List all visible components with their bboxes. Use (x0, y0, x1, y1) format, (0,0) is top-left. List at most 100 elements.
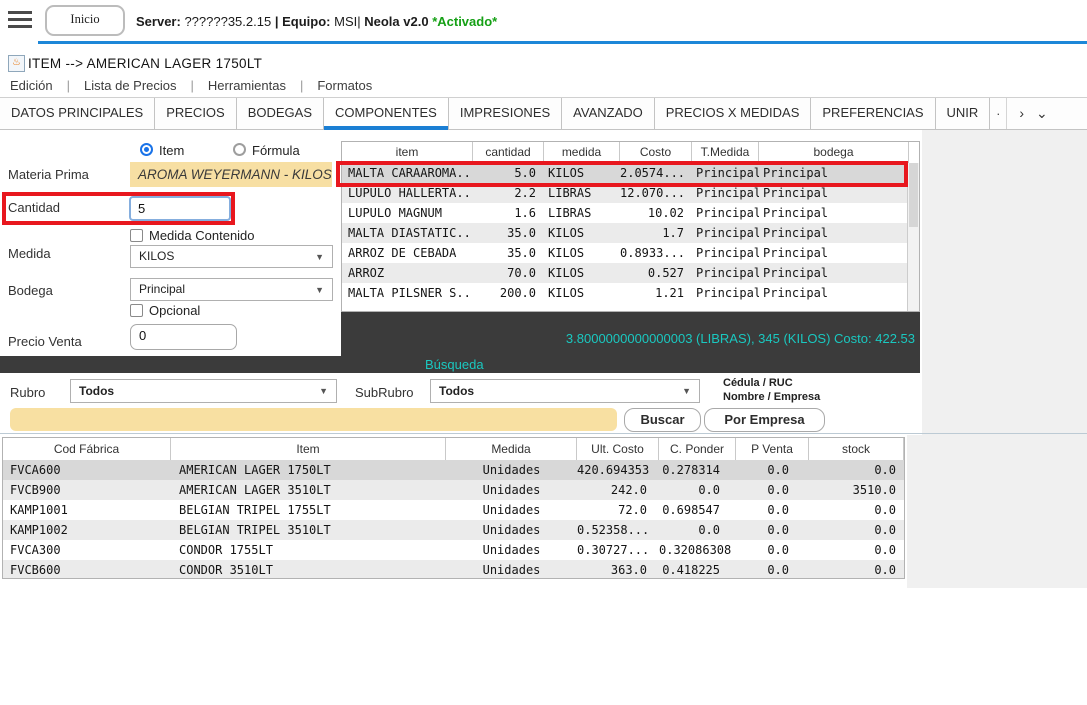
table-cell: Principal (692, 243, 759, 263)
home-button[interactable]: Inicio (45, 5, 125, 36)
table-cell: LIBRAS (544, 183, 620, 203)
table-cell: 35.0 (473, 243, 544, 263)
table-cell: 0.30727... (577, 540, 659, 560)
rubro-select[interactable]: Todos ▼ (70, 379, 337, 403)
por-empresa-button[interactable]: Por Empresa (704, 408, 825, 432)
column-header[interactable]: item (342, 142, 473, 163)
table-row[interactable]: FVCB600CONDOR 3510LTUnidades363.00.41822… (3, 560, 904, 579)
tab-scroll-right-icon[interactable]: › (1019, 98, 1024, 129)
table-cell: KILOS (544, 223, 620, 243)
column-header[interactable]: T.Medida (692, 142, 759, 163)
menu-item-lista-de-precios[interactable]: Lista de Precios (84, 78, 177, 93)
bodega-select-value: Principal (139, 282, 185, 296)
precio-venta-label: Precio Venta (8, 334, 82, 349)
materia-prima-field[interactable]: AROMA WEYERMANN - KILOS (130, 162, 332, 187)
medida-contenido-checkbox[interactable] (130, 229, 143, 242)
tab-unir[interactable]: UNIR (936, 98, 991, 129)
table-cell: Principal (692, 263, 759, 283)
table-row[interactable]: ARROZ70.0KILOS0.527PrincipalPrincipal (342, 263, 919, 283)
table-cell: Principal (692, 283, 759, 303)
tab-componentes[interactable]: COMPONENTES (324, 98, 449, 129)
table-cell: 0.0 (736, 560, 809, 579)
radio-formula-label[interactable]: Fórmula (252, 143, 300, 158)
window-title: ITEM --> AMERICAN LAGER 1750LT (28, 56, 262, 71)
subrubro-select[interactable]: Todos ▼ (430, 379, 700, 403)
tab-impresiones[interactable]: IMPRESIONES (449, 98, 562, 129)
menu-separator: | (191, 78, 194, 93)
table-cell: BELGIAN TRIPEL 3510LT (171, 520, 446, 540)
table-row[interactable]: KAMP1001BELGIAN TRIPEL 1755LTUnidades72.… (3, 500, 904, 520)
scrollbar-thumb[interactable] (909, 163, 918, 227)
cantidad-input[interactable]: 5 (129, 196, 231, 221)
table-row[interactable]: FVCB900AMERICAN LAGER 3510LTUnidades242.… (3, 480, 904, 500)
table-row[interactable]: LUPULO MAGNUM1.6LIBRAS10.02PrincipalPrin… (342, 203, 919, 223)
tab-overflow-dot[interactable]: . (990, 98, 1007, 129)
column-header[interactable]: bodega (759, 142, 909, 163)
column-header[interactable]: Cod Fábrica (3, 438, 171, 460)
table-cell: Principal (759, 183, 909, 203)
column-header[interactable]: Ult. Costo (577, 438, 659, 460)
menu-item-herramientas[interactable]: Herramientas (208, 78, 286, 93)
table-row[interactable]: FVCA300CONDOR 1755LTUnidades0.30727...0.… (3, 540, 904, 560)
table-cell: 0.0 (736, 480, 809, 500)
server-value: ??????35.2.15 (184, 14, 271, 29)
menu-item-formatos[interactable]: Formatos (317, 78, 372, 93)
opcional-checkbox[interactable] (130, 304, 143, 317)
table-cell: 2.2 (473, 183, 544, 203)
column-header[interactable]: Medida (446, 438, 577, 460)
radio-item-label[interactable]: Item (159, 143, 184, 158)
table-row[interactable]: ARROZ DE CEBADA35.0KILOS0.8933...Princip… (342, 243, 919, 263)
table-cell: 0.278314 (659, 460, 736, 480)
bodega-select[interactable]: Principal ▼ (130, 278, 333, 301)
table-cell: LUPULO MAGNUM (342, 203, 473, 223)
buscar-button[interactable]: Buscar (624, 408, 701, 432)
table-cell: 0.0 (736, 540, 809, 560)
subrubro-label: SubRubro (355, 385, 414, 400)
column-header[interactable]: C. Ponder (659, 438, 736, 460)
busqueda-label: Búsqueda (425, 356, 484, 373)
precio-venta-input[interactable]: 0 (130, 324, 237, 350)
table-cell: 72.0 (577, 500, 659, 520)
column-header[interactable]: Item (171, 438, 446, 460)
menu-separator: | (67, 78, 70, 93)
chevron-down-icon: ▼ (315, 246, 324, 268)
column-header[interactable]: cantidad (473, 142, 544, 163)
medida-select[interactable]: KILOS ▼ (130, 245, 333, 268)
search-input[interactable] (10, 408, 617, 431)
column-header[interactable]: P Venta (736, 438, 809, 460)
table-cell: 0.418225 (659, 560, 736, 579)
table-row[interactable]: LUPULO HALLERTA...2.2LIBRAS12.070...Prin… (342, 183, 919, 203)
column-header[interactable]: stock (809, 438, 904, 460)
tab-preferencias[interactable]: PREFERENCIAS (811, 98, 935, 129)
tab-bodegas[interactable]: BODEGAS (237, 98, 324, 129)
radio-item[interactable] (140, 143, 153, 156)
table-cell: Principal (692, 183, 759, 203)
tab-precios-x-medidas[interactable]: PRECIOS X MEDIDAS (655, 98, 812, 129)
table-cell: 0.698547 (659, 500, 736, 520)
table-row[interactable]: MALTA DIASTATIC...35.0KILOS1.7PrincipalP… (342, 223, 919, 243)
tab-precios[interactable]: PRECIOS (155, 98, 237, 129)
tab-list-dropdown-icon[interactable]: ⌄ (1036, 98, 1048, 129)
opcional-label: Opcional (149, 303, 200, 318)
table-cell: FVCB600 (3, 560, 171, 579)
table-cell: 0.0 (809, 540, 904, 560)
menu-item-edicion[interactable]: Edición (10, 78, 53, 93)
menu-hamburger-icon[interactable] (8, 11, 32, 32)
tab-avanzado[interactable]: AVANZADO (562, 98, 655, 129)
column-header[interactable]: medida (544, 142, 620, 163)
table-cell: MALTA CARAAROMA... (342, 163, 473, 183)
tab-datos-principales[interactable]: DATOS PRINCIPALES (0, 98, 155, 129)
table-row[interactable]: FVCA600AMERICAN LAGER 1750LTUnidades420.… (3, 460, 904, 480)
components-table-scrollbar[interactable] (907, 163, 919, 311)
table-cell: Unidades (446, 460, 577, 480)
column-header[interactable]: Costo (620, 142, 692, 163)
table-cell: KILOS (544, 283, 620, 303)
table-row[interactable]: MALTA PILSNER S...200.0KILOS1.21Principa… (342, 283, 919, 303)
items-table-body: FVCA600AMERICAN LAGER 1750LTUnidades420.… (3, 460, 904, 579)
table-row[interactable]: MALTA CARAAROMA...5.0KILOS2.0574...Princ… (342, 163, 919, 183)
table-row[interactable]: KAMP1002BELGIAN TRIPEL 3510LTUnidades0.5… (3, 520, 904, 540)
app-window: Inicio Server: ??????35.2.15 | Equipo: M… (0, 0, 1087, 705)
radio-formula[interactable] (233, 143, 246, 156)
table-cell: Principal (759, 243, 909, 263)
equipo-value: MSI| (334, 14, 361, 29)
